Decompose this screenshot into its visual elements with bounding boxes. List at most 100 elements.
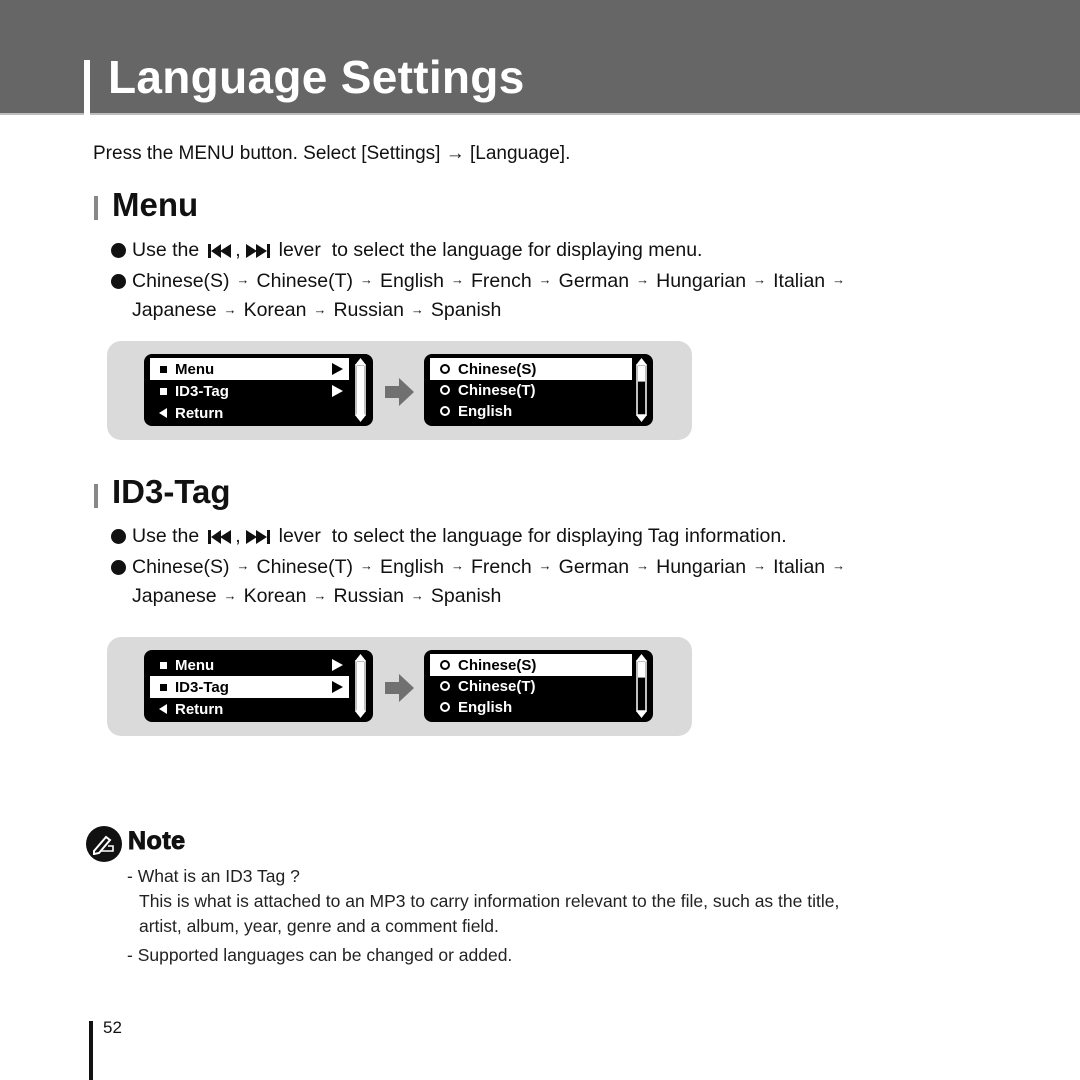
lcd-item-label: Return: [175, 404, 224, 422]
arrow-right-icon: →: [223, 588, 237, 603]
square-bullet-icon: [160, 683, 167, 691]
instruction-use-lever: Use the, lever to select the language for…: [111, 239, 702, 262]
bullet-icon: [111, 274, 126, 289]
transition-arrow-icon: [385, 377, 415, 407]
arrow-right-icon: →: [636, 272, 650, 287]
lcd-language-list: Chinese(S) Chinese(T) English: [424, 650, 653, 722]
use-prefix: Use the: [132, 239, 200, 261]
bullet-icon: [111, 243, 126, 258]
note-supported-languages: - Supported languages can be changed or …: [127, 945, 513, 965]
language-name: Chinese(T): [256, 556, 353, 578]
use-suffix: lever to select the language for display…: [278, 239, 703, 261]
instruction-use-lever: Use the, lever to select the language for…: [111, 525, 787, 548]
lcd-item-label: Menu: [175, 656, 215, 674]
skip-back-icon: [207, 529, 233, 545]
arrow-right-icon: →: [236, 558, 250, 573]
section-accent-bar: [94, 484, 98, 508]
language-name: German: [558, 556, 630, 578]
note-pencil-icon: [86, 826, 122, 862]
language-name: Spanish: [430, 299, 502, 321]
lcd-item-label: Chinese(S): [458, 360, 537, 378]
skip-forward-icon: [245, 529, 271, 545]
intro-instruction: Press the MENU button. Select [Settings]…: [93, 143, 571, 164]
lcd-item-label: Chinese(T): [458, 381, 536, 399]
lcd-language-option[interactable]: Chinese(S): [430, 358, 632, 380]
language-name: Russian: [333, 299, 404, 321]
lcd-menu-item[interactable]: Return: [150, 402, 349, 424]
submenu-arrow-icon: [332, 363, 343, 375]
skip-back-icon: [207, 243, 233, 259]
language-sequence-line-1: Chinese(S) → Chinese(T) → English → French → Ger…: [111, 556, 852, 579]
note-question: - What is an ID3 Tag ?: [127, 866, 300, 886]
arrow-right-icon: →: [832, 272, 846, 287]
arrow-right-icon: →: [360, 558, 373, 573]
use-prefix: Use the: [132, 525, 200, 547]
section-accent-bar: [94, 196, 98, 220]
language-name: Italian: [773, 556, 826, 578]
arrow-right-icon: →: [832, 558, 846, 573]
screen-illustration: Menu ID3-Tag Return Chinese(S) Chinese(T) Eng…: [107, 341, 692, 440]
language-name: Japanese: [132, 299, 217, 321]
language-name: French: [470, 270, 532, 292]
lcd-item-label: ID3-Tag: [175, 678, 229, 696]
comma-separator: ,: [235, 525, 241, 547]
back-triangle-icon: [159, 408, 167, 418]
arrow-right-icon: →: [753, 272, 767, 287]
lcd-menu-item[interactable]: Return: [150, 698, 349, 720]
arrow-right-icon: →: [450, 558, 464, 573]
use-suffix: lever to select the language for display…: [278, 525, 787, 547]
lcd-language-option[interactable]: Chinese(T): [430, 379, 632, 401]
lcd-language-option[interactable]: English: [430, 696, 632, 718]
lcd-scrollbar[interactable]: [635, 358, 648, 422]
screen-illustration: Menu ID3-Tag Return Chinese(S) Chinese(T) Eng…: [107, 637, 692, 736]
lcd-language-option[interactable]: Chinese(S): [430, 654, 632, 676]
arrow-right-icon: →: [236, 272, 250, 287]
lcd-language-option[interactable]: English: [430, 400, 632, 422]
arrow-right-icon: →: [753, 558, 767, 573]
lcd-scrollbar[interactable]: [635, 654, 648, 718]
page-number: 52: [103, 1018, 122, 1037]
submenu-arrow-icon: [332, 681, 343, 693]
arrow-right-icon: →: [538, 272, 552, 287]
lcd-item-label: Return: [175, 700, 224, 718]
lcd-scrollbar[interactable]: [354, 358, 367, 422]
lcd-scrollbar[interactable]: [354, 654, 367, 718]
arrow-right-icon: →: [538, 558, 552, 573]
language-name: Japanese: [132, 585, 217, 607]
lcd-menu-item[interactable]: Menu: [150, 654, 349, 676]
radio-ring-icon: [440, 660, 450, 670]
section-title: Menu: [112, 186, 199, 223]
section-title: ID3-Tag: [112, 473, 231, 510]
language-sequence-line-2: Japanese → Korean → Russian → Spanish: [132, 299, 501, 322]
language-name: French: [470, 556, 532, 578]
arrow-right-icon: →: [410, 302, 424, 317]
arrow-right-icon: →: [360, 272, 373, 287]
lcd-menu-item[interactable]: Menu: [150, 358, 349, 380]
radio-ring-icon: [440, 681, 450, 691]
language-sequence-line-1: Chinese(S) → Chinese(T) → English → French → Ger…: [111, 270, 852, 293]
language-name: English: [380, 270, 444, 292]
bullet-icon: [111, 529, 126, 544]
note-title: Note: [128, 827, 186, 856]
lcd-language-list: Chinese(S) Chinese(T) English: [424, 354, 653, 426]
language-name: Hungarian: [656, 556, 747, 578]
header-rule: [0, 113, 1080, 115]
radio-ring-icon: [440, 385, 450, 395]
language-name: Chinese(S): [132, 556, 230, 578]
radio-ring-icon: [440, 702, 450, 712]
lcd-item-label: English: [458, 402, 513, 420]
arrow-right-icon: →: [313, 588, 327, 603]
square-bullet-icon: [160, 661, 167, 669]
submenu-arrow-icon: [332, 659, 343, 671]
page-title: Language Settings: [108, 51, 525, 103]
language-name: Spanish: [430, 585, 502, 607]
language-name: Chinese(S): [132, 270, 230, 292]
radio-ring-icon: [440, 406, 450, 416]
language-name: German: [558, 270, 630, 292]
bullet-icon: [111, 560, 126, 575]
lcd-language-option[interactable]: Chinese(T): [430, 675, 632, 697]
lcd-menu-item[interactable]: ID3-Tag: [150, 676, 349, 698]
language-sequence-line-2: Japanese → Korean → Russian → Spanish: [132, 585, 501, 608]
lcd-menu-item[interactable]: ID3-Tag: [150, 380, 349, 402]
square-bullet-icon: [160, 387, 167, 395]
